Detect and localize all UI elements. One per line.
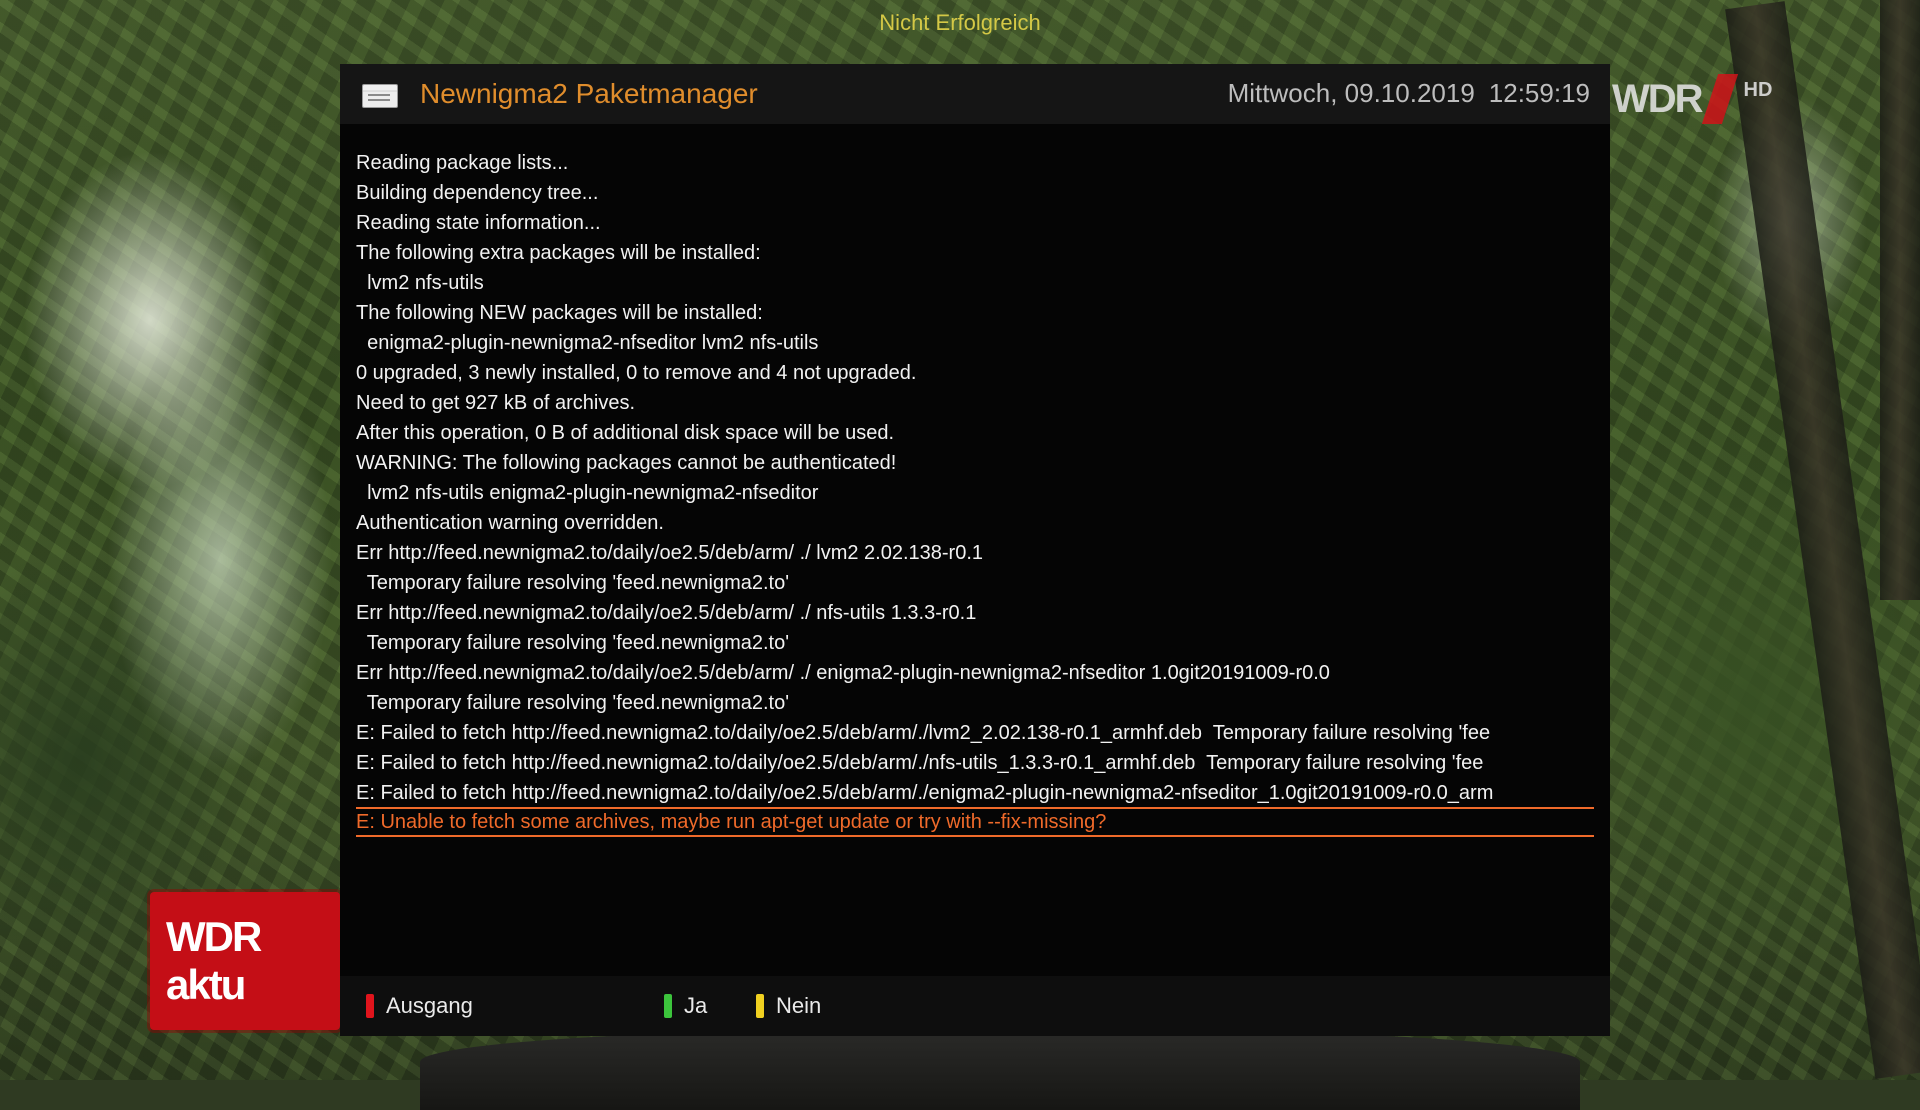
log-line[interactable]: Reading state information... xyxy=(356,208,1594,238)
package-manager-dialog: Newnigma2 Paketmanager Mittwoch, 09.10.2… xyxy=(340,64,1610,1036)
log-line[interactable]: Reading package lists... xyxy=(356,148,1594,178)
channel-logo: WDR HD xyxy=(1612,74,1773,124)
package-manager-icon xyxy=(362,84,398,108)
tree-trunk xyxy=(1880,0,1920,600)
no-button[interactable]: Nein xyxy=(756,976,821,1036)
log-line[interactable]: The following NEW packages will be insta… xyxy=(356,298,1594,328)
log-line[interactable]: After this operation, 0 B of additional … xyxy=(356,418,1594,448)
yes-button[interactable]: Ja xyxy=(664,976,707,1036)
button-bar: Ausgang Ja Nein xyxy=(340,976,1610,1036)
datetime: Mittwoch, 09.10.2019 12:59:19 xyxy=(1228,78,1590,109)
hd-badge: HD xyxy=(1743,78,1773,101)
log-line[interactable]: Temporary failure resolving 'feed.newnig… xyxy=(356,568,1594,598)
log-line[interactable]: E: Failed to fetch http://feed.newnigma2… xyxy=(356,748,1594,778)
log-line[interactable]: lvm2 nfs-utils enigma2-plugin-newnigma2-… xyxy=(356,478,1594,508)
log-line[interactable]: Temporary failure resolving 'feed.newnig… xyxy=(356,628,1594,658)
no-button-label: Nein xyxy=(776,993,822,1018)
log-line[interactable]: E: Failed to fetch http://feed.newnigma2… xyxy=(356,718,1594,748)
log-line[interactable]: E: Failed to fetch http://feed.newnigma2… xyxy=(356,778,1594,808)
status-message: Nicht Erfolgreich xyxy=(879,10,1041,35)
date-text: Mittwoch, 09.10.2019 xyxy=(1227,78,1475,108)
log-line[interactable]: WARNING: The following packages cannot b… xyxy=(356,448,1594,478)
dialog-header: Newnigma2 Paketmanager Mittwoch, 09.10.2… xyxy=(340,64,1610,124)
log-line[interactable]: Err http://feed.newnigma2.to/daily/oe2.5… xyxy=(356,598,1594,628)
log-line[interactable]: Building dependency tree... xyxy=(356,178,1594,208)
log-line[interactable]: The following extra packages will be ins… xyxy=(356,238,1594,268)
log-line[interactable]: enigma2-plugin-newnigma2-nfseditor lvm2 … xyxy=(356,328,1594,358)
red-key-icon xyxy=(366,994,374,1018)
log-line[interactable]: Need to get 927 kB of archives. xyxy=(356,388,1594,418)
log-line[interactable]: lvm2 nfs-utils xyxy=(356,268,1594,298)
log-line[interactable]: Authentication warning overridden. xyxy=(356,508,1594,538)
presenter-silhouette xyxy=(420,1030,1580,1110)
yellow-key-icon xyxy=(756,994,764,1018)
output-log[interactable]: Reading package lists... Building depende… xyxy=(356,148,1594,837)
log-line[interactable]: Err http://feed.newnigma2.to/daily/oe2.5… xyxy=(356,538,1594,568)
exit-button[interactable]: Ausgang xyxy=(366,976,473,1036)
channel-bug: WDR aktu xyxy=(150,892,340,1030)
logo-slash-icon xyxy=(1701,74,1738,124)
log-line[interactable]: Temporary failure resolving 'feed.newnig… xyxy=(356,688,1594,718)
channel-logo-text: WDR xyxy=(1612,76,1704,121)
green-key-icon xyxy=(664,994,672,1018)
log-line[interactable]: Err http://feed.newnigma2.to/daily/oe2.5… xyxy=(356,658,1594,688)
page-title: Newnigma2 Paketmanager xyxy=(420,78,758,109)
log-line-selected[interactable]: E: Unable to fetch some archives, maybe … xyxy=(356,807,1594,837)
log-line[interactable]: 0 upgraded, 3 newly installed, 0 to remo… xyxy=(356,358,1594,388)
time-text: 12:59:19 xyxy=(1488,78,1590,108)
exit-button-label: Ausgang xyxy=(386,993,473,1018)
channel-bug-text: WDR aktu xyxy=(166,913,262,1008)
yes-button-label: Ja xyxy=(684,993,708,1018)
